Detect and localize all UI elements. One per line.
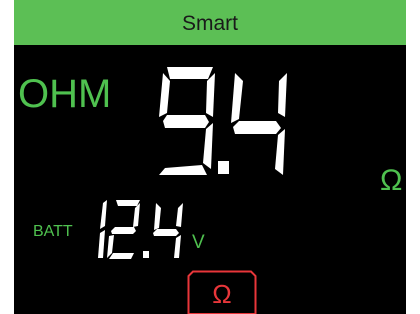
mode-header[interactable]: Smart <box>14 0 406 45</box>
battery-decimal-point <box>143 251 149 258</box>
battery-reading <box>89 200 199 260</box>
battery-digit-2 <box>107 200 140 259</box>
main-reading <box>155 65 295 180</box>
ohm-mode-button[interactable]: Ω <box>187 270 257 314</box>
mode-title: Smart <box>181 12 238 35</box>
main-decimal-point <box>218 161 229 174</box>
main-digit-4 <box>231 73 287 175</box>
device-screen: Smart OHM Ω BATT V Ω <box>14 0 406 314</box>
omega-icon: Ω <box>212 279 232 309</box>
battery-digit-1 <box>98 200 107 258</box>
mode-label: OHM <box>18 72 112 116</box>
battery-reading-digits <box>98 200 183 259</box>
main-reading-digits <box>159 67 287 175</box>
ohm-unit: Ω <box>380 164 403 197</box>
battery-label: BATT <box>33 223 73 240</box>
battery-unit: V <box>192 232 205 253</box>
battery-digit-4 <box>153 203 183 258</box>
main-digit-9 <box>159 67 215 175</box>
